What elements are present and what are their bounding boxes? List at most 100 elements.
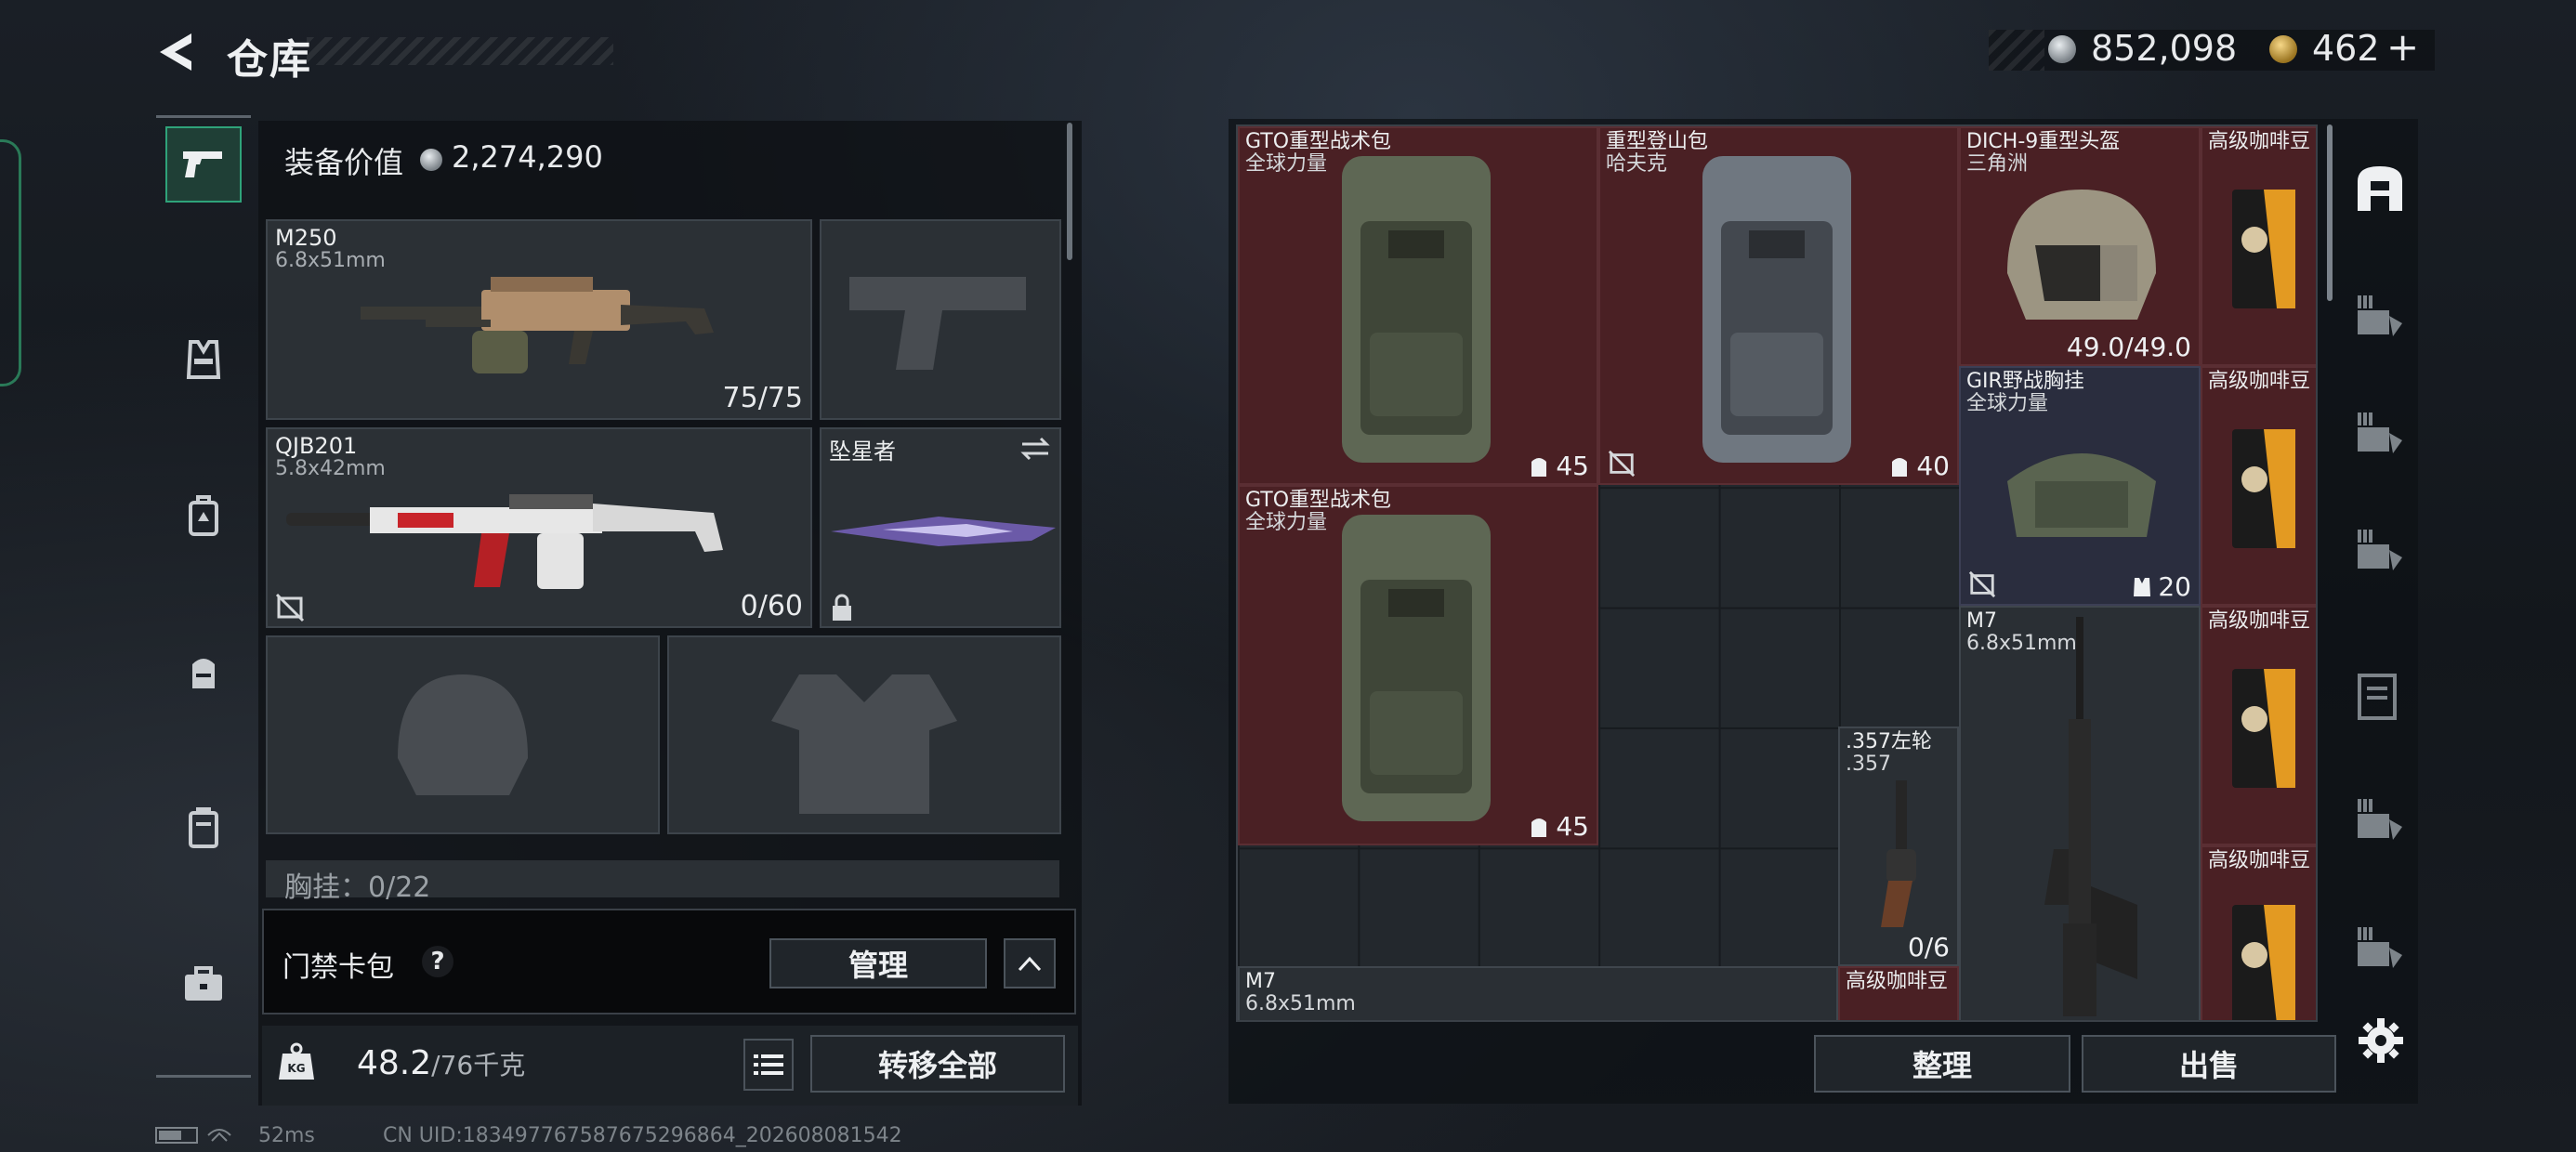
- vest-icon: [186, 340, 221, 379]
- nav-item-case[interactable]: [165, 946, 242, 1022]
- nav-item-armor[interactable]: [165, 321, 242, 398]
- stash-item[interactable]: M7 6.8x51mm: [1959, 606, 2201, 1020]
- stash-item[interactable]: GTO重型战术包 全球力量 45: [1238, 485, 1598, 845]
- chevron-up-icon: [1018, 956, 1042, 972]
- gir-chest-rig-icon: [2007, 453, 2156, 537]
- stash-item[interactable]: 高级咖啡豆: [2201, 126, 2316, 366]
- item-name: 高级咖啡豆: [2208, 130, 2311, 153]
- stash-item[interactable]: 高级咖啡豆: [1838, 966, 1959, 1020]
- pistol-placeholder-icon: [849, 277, 1026, 370]
- title-decoration: [307, 37, 613, 65]
- item-subtitle: 全球力量: [1245, 152, 1328, 176]
- weapon-name: M250: [275, 225, 337, 251]
- qjb201-machine-gun-icon: [286, 494, 723, 589]
- weapon-ammo-count: 75/75: [722, 382, 803, 414]
- star-faller-knife-icon: [831, 517, 1056, 546]
- weight-value: 48.2/76千克: [357, 1044, 525, 1082]
- settings-gear-icon[interactable]: [2357, 1016, 2405, 1065]
- rail-item-all[interactable]: [2351, 160, 2409, 217]
- weapon-name: QJB201: [275, 433, 358, 459]
- stash-item[interactable]: 高级咖啡豆: [2201, 366, 2316, 606]
- weight-kg-icon: KG: [279, 1042, 314, 1080]
- add-currency-button[interactable]: +: [2386, 24, 2419, 70]
- rail-item-documents[interactable]: [2351, 669, 2409, 727]
- stash-item[interactable]: .357左轮 .357 0/6: [1838, 727, 1959, 966]
- stash-item[interactable]: GIR野战胸挂 全球力量 20: [1959, 366, 2201, 606]
- item-name: 高级咖啡豆: [1846, 970, 1949, 993]
- item-name: DICH-9重型头盔: [1966, 130, 2121, 153]
- ammo-category-icon: [2358, 295, 2402, 336]
- capacity-badge: 45: [1528, 451, 1589, 481]
- kg-label: KG: [287, 1062, 305, 1075]
- item-subtitle: 三角洲: [1966, 152, 2029, 176]
- item-subtitle: 全球力量: [1966, 392, 2049, 415]
- armor-slot[interactable]: [667, 635, 1061, 834]
- swap-icon[interactable]: [1019, 435, 1052, 463]
- medical-category-icon: [2358, 412, 2402, 453]
- pistol-slot[interactable]: [820, 219, 1061, 420]
- pouch-icon: [192, 659, 215, 688]
- stash-item[interactable]: 高级咖啡豆: [2201, 845, 2316, 1020]
- nav-item-rig[interactable]: [165, 790, 242, 866]
- nav-item-backpack-a[interactable]: [165, 478, 242, 554]
- manage-button[interactable]: 管理: [769, 938, 987, 988]
- backpack-capacity-icon: [1531, 818, 1547, 837]
- list-view-button[interactable]: [743, 1039, 794, 1091]
- secondary-weapon-slot[interactable]: QJB201 5.8x42mm 0/60: [266, 427, 812, 628]
- rail-item-ammo[interactable]: [2351, 288, 2409, 346]
- durability: 49.0/49.0: [2066, 332, 2191, 362]
- item-subtitle: .357: [1846, 753, 1891, 776]
- case-icon: [185, 966, 222, 1001]
- gto-backpack-icon: [1342, 156, 1491, 463]
- item-name: GIR野战胸挂: [1966, 370, 2084, 393]
- rail-item-gear[interactable]: [2351, 522, 2409, 580]
- capacity-value: 20: [2158, 571, 2191, 602]
- nav-item-backpack-b[interactable]: [165, 634, 242, 710]
- item-name: 高级咖啡豆: [2208, 849, 2311, 872]
- rail-item-medical[interactable]: [2351, 405, 2409, 463]
- coffee-bag-icon: [2232, 669, 2295, 788]
- side-drawer-handle[interactable]: [0, 139, 21, 386]
- transfer-all-button[interactable]: 转移全部: [810, 1035, 1065, 1093]
- mountaineering-pack-icon: [1702, 156, 1851, 463]
- user-uid: CN UID:18349776758767529​6864_2026080815…: [383, 1124, 902, 1147]
- document-category-icon: [2358, 674, 2397, 720]
- revolver-icon: [1881, 780, 1916, 927]
- misc-category-icon: [2358, 927, 2402, 968]
- stash-scrollbar[interactable]: [2327, 124, 2333, 301]
- primary-weapon-slot[interactable]: M250 6.8x51mm 75/75: [266, 219, 812, 420]
- melee-slot[interactable]: 坠星者: [820, 427, 1061, 628]
- item-subtitle: 哈夫克: [1606, 152, 1668, 176]
- item-name: 高级咖啡豆: [2208, 370, 2311, 393]
- sell-button[interactable]: 出售: [2082, 1035, 2336, 1093]
- nav-item-weapons[interactable]: [165, 126, 242, 203]
- loadout-scrollbar[interactable]: [1067, 123, 1072, 260]
- page-title: 仓库: [227, 36, 312, 84]
- silver-coin-icon: [2048, 35, 2076, 63]
- weight-current: 48.2: [357, 1044, 432, 1082]
- stash-item[interactable]: M7 6.8x51mm: [1238, 966, 1838, 1020]
- back-arrow-icon[interactable]: [154, 30, 199, 74]
- sort-button[interactable]: 整理: [1814, 1035, 2070, 1093]
- m7-rifle-icon: [2044, 617, 2137, 1016]
- equipment-value-label: 装备价值: [284, 145, 404, 180]
- stash-item[interactable]: DICH-9重型头盔 三角洲 49.0/49.0: [1959, 126, 2201, 366]
- helmet-slot[interactable]: [266, 635, 660, 834]
- lock-icon: [833, 594, 851, 621]
- stash-grid: GTO重型战术包 全球力量 45 重型登山包 哈夫克 40 DICH-9重型头盔…: [1236, 124, 2318, 1022]
- rail-item-misc[interactable]: [2351, 920, 2409, 977]
- m250-machine-gun-icon: [361, 277, 714, 373]
- rail-item-container[interactable]: [2351, 792, 2409, 849]
- help-icon[interactable]: ?: [422, 946, 453, 977]
- chest-rig-capacity: 胸挂：0/22: [284, 871, 431, 904]
- melee-name: 坠星者: [829, 439, 896, 465]
- capacity-value: 40: [1916, 451, 1950, 481]
- coffee-bag-icon: [2232, 429, 2295, 548]
- stash-item[interactable]: 高级咖啡豆: [2201, 606, 2316, 845]
- collapse-button[interactable]: [1004, 938, 1056, 988]
- capacity-badge: 45: [1528, 811, 1589, 842]
- all-items-icon: [2358, 166, 2402, 211]
- silver-balance: 852,098: [2091, 28, 2238, 69]
- stash-item[interactable]: GTO重型战术包 全球力量 45: [1238, 126, 1598, 485]
- stash-item[interactable]: 重型登山包 哈夫克 40: [1598, 126, 1959, 485]
